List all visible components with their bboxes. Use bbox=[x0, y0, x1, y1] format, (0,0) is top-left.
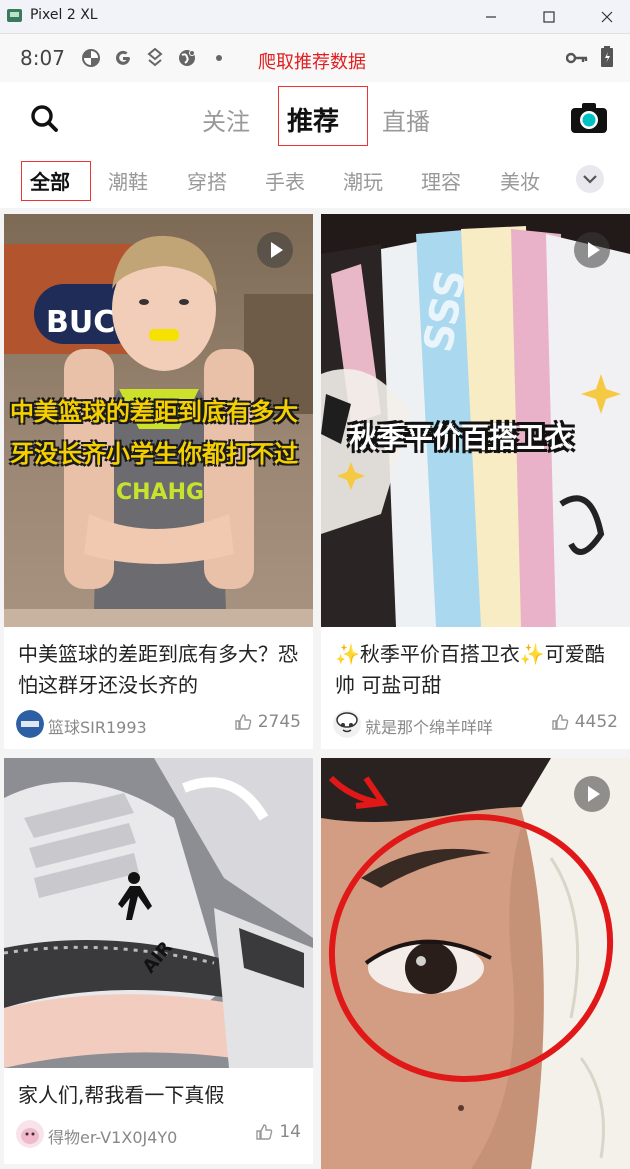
card-thumbnail[interactable] bbox=[321, 758, 630, 1169]
thumbs-up-icon bbox=[256, 1124, 273, 1140]
feed-card[interactable] bbox=[321, 758, 630, 1169]
overlay-caption: 秋季平价百搭卫衣 bbox=[349, 421, 574, 454]
feed-card[interactable]: SSS 秋季平价百搭卫衣 ✨秋季平价百搭卫衣✨可爱酷帅 可盐可甜 就是那个绵羊咩… bbox=[321, 214, 630, 749]
google-icon bbox=[112, 47, 134, 69]
window-titlebar: Pixel 2 XL bbox=[0, 0, 630, 34]
emulator-app-icon bbox=[7, 9, 22, 22]
feed-card[interactable]: AIR 家人们,帮我看一下真假 得物er-V1X0J4Y0 14 bbox=[4, 758, 313, 1164]
card-title: ✨秋季平价百搭卫衣✨可爱酷帅 可盐可甜 bbox=[335, 642, 605, 697]
overlay-caption-line-2: 牙没长齐小学生你都打不过 bbox=[10, 440, 298, 468]
like-count: 4452 bbox=[574, 712, 618, 732]
card-title: 家人们,帮我看一下真假 bbox=[18, 1083, 225, 1107]
card-footer: 篮球SIR1993 2745 bbox=[16, 710, 301, 740]
card-title: 中美篮球的差距到底有多大？恐怕这群牙还没长齐的 bbox=[18, 642, 298, 697]
card-thumbnail[interactable]: BUC CHAHGNG 中美篮球的差距到底有多大 牙没长齐小学生你都打不过 bbox=[4, 214, 313, 627]
card-footer: 就是那个绵羊咩咩 4452 bbox=[333, 710, 618, 740]
like-count: 2745 bbox=[257, 712, 301, 732]
status-time: 8:07 bbox=[20, 46, 65, 70]
like-button[interactable]: 2745 bbox=[234, 712, 301, 732]
battery-icon bbox=[600, 46, 614, 72]
category-bar: 全部 潮鞋 穿搭 手表 潮玩 理容 美妆 bbox=[0, 154, 630, 208]
backdrop-text: BUC bbox=[46, 305, 115, 340]
top-nav: 关注 推荐 直播 bbox=[0, 82, 630, 154]
thumbs-up-icon bbox=[235, 714, 252, 730]
avatar[interactable] bbox=[16, 1120, 44, 1148]
tab-follow[interactable]: 关注 bbox=[202, 102, 250, 137]
feed-card[interactable]: BUC CHAHGNG 中美篮球的差距到底有多大 牙没长齐小学生你都打不过 中美… bbox=[4, 214, 313, 749]
maximize-icon[interactable] bbox=[534, 4, 564, 30]
location-icon bbox=[144, 47, 166, 69]
category-outfits[interactable]: 穿搭 bbox=[187, 166, 227, 195]
minimize-icon[interactable] bbox=[476, 4, 506, 30]
notification-dot bbox=[216, 55, 222, 61]
search-icon[interactable] bbox=[28, 102, 62, 136]
category-toys[interactable]: 潮玩 bbox=[343, 166, 383, 195]
pinwheel-icon bbox=[80, 47, 102, 69]
author-name[interactable]: 得物er-V1X0J4Y0 bbox=[48, 1124, 177, 1148]
close-icon[interactable] bbox=[592, 4, 622, 30]
play-icon bbox=[574, 232, 610, 268]
card-thumbnail[interactable]: AIR bbox=[4, 758, 313, 1068]
play-icon bbox=[257, 232, 293, 268]
category-beauty[interactable]: 美妆 bbox=[500, 166, 540, 195]
avatar[interactable] bbox=[333, 710, 361, 738]
tab-recommend[interactable]: 推荐 bbox=[287, 101, 339, 138]
key-icon bbox=[565, 50, 588, 69]
camera-icon[interactable] bbox=[570, 102, 608, 134]
card-thumbnail[interactable]: SSS 秋季平价百搭卫衣 bbox=[321, 214, 630, 627]
overlay-caption-line-1: 中美篮球的差距到底有多大 bbox=[10, 398, 298, 426]
thumbs-up-icon bbox=[552, 714, 569, 730]
like-button[interactable]: 14 bbox=[255, 1122, 301, 1142]
status-notice: 爬取推荐数据 bbox=[258, 52, 366, 73]
card-footer: 得物er-V1X0J4Y0 14 bbox=[16, 1120, 301, 1150]
like-count: 14 bbox=[279, 1122, 301, 1142]
chevron-down-icon[interactable] bbox=[576, 165, 604, 193]
tab-live[interactable]: 直播 bbox=[382, 102, 430, 137]
window-title: Pixel 2 XL bbox=[30, 7, 98, 23]
author-name[interactable]: 篮球SIR1993 bbox=[48, 714, 147, 738]
category-grooming[interactable]: 理容 bbox=[421, 166, 461, 195]
avatar[interactable] bbox=[16, 710, 44, 738]
play-icon bbox=[574, 776, 610, 812]
author-name[interactable]: 就是那个绵羊咩咩 bbox=[365, 714, 493, 738]
globe-icon bbox=[176, 47, 198, 69]
category-sneakers[interactable]: 潮鞋 bbox=[108, 166, 148, 195]
status-bar: 8:07 爬取推荐数据 bbox=[0, 34, 630, 82]
category-watches[interactable]: 手表 bbox=[265, 166, 305, 195]
category-all[interactable]: 全部 bbox=[30, 166, 70, 195]
like-button[interactable]: 4452 bbox=[551, 712, 618, 732]
